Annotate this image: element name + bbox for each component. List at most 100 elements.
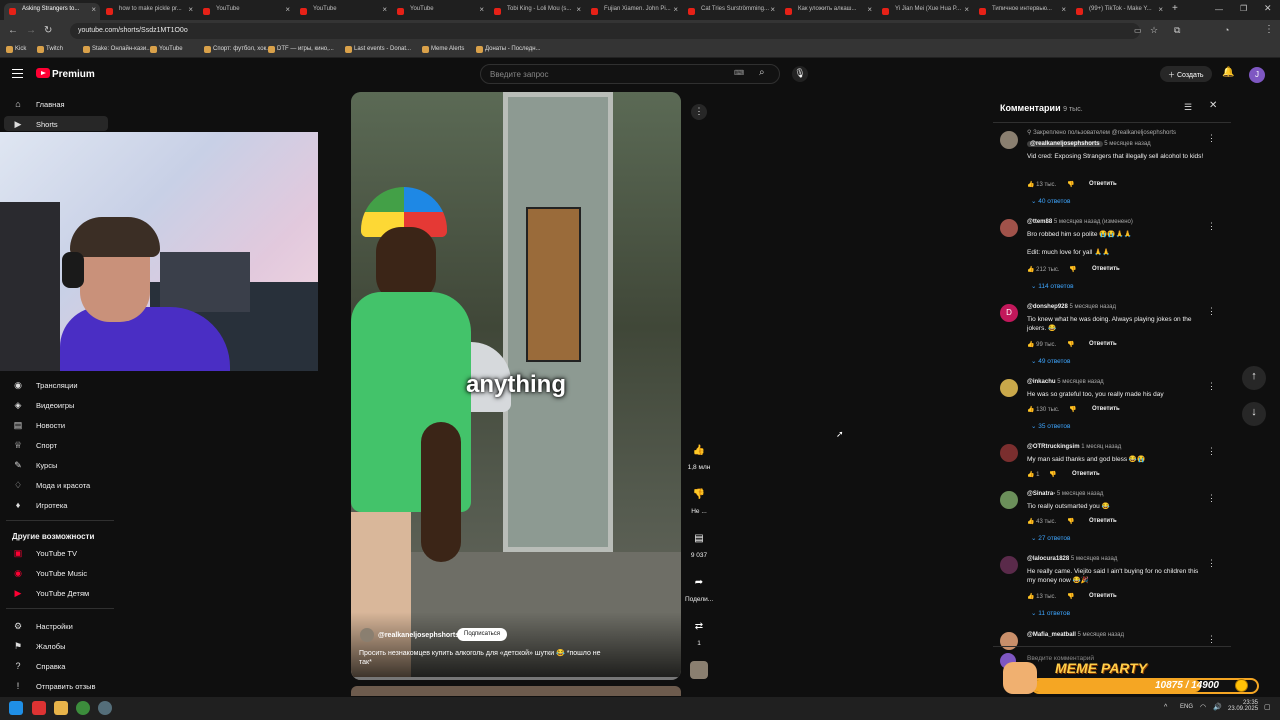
- youtube-premium-logo[interactable]: Premium: [52, 69, 95, 80]
- forward-icon[interactable]: →: [26, 25, 36, 36]
- address-bar[interactable]: youtube.com/shorts/Ssdz1MT1O0o: [70, 23, 1140, 39]
- extensions-icon[interactable]: ⧉: [1174, 25, 1180, 36]
- reply-button[interactable]: Ответить: [1092, 266, 1120, 272]
- reply-button[interactable]: Ответить: [1092, 406, 1120, 412]
- browser-tab[interactable]: Типичное интервью... ×: [974, 3, 1070, 20]
- replies-toggle[interactable]: ⌄ 27 ответов: [1031, 534, 1071, 542]
- sidebar-item-live[interactable]: ◉ Трансляции: [12, 380, 77, 390]
- comment-avatar[interactable]: [1000, 131, 1018, 149]
- tab-close-icon[interactable]: ×: [673, 5, 678, 14]
- browser-tab[interactable]: Yi Jian Mei (Xue Hua P... ×: [877, 3, 973, 20]
- comments-action[interactable]: ▤ 9 037: [685, 528, 713, 559]
- shorts-video-player[interactable]: anything @realkaneljosephshorts Подписат…: [351, 92, 681, 680]
- sidebar-item-courses[interactable]: ✎ Курсы: [12, 460, 57, 470]
- new-tab-button[interactable]: +: [1172, 3, 1178, 14]
- keyboard-icon[interactable]: ⌨: [734, 69, 744, 77]
- bookmark-item[interactable]: DTF — игры, кино,...: [268, 46, 334, 53]
- sidebar-item-news[interactable]: ▤ Новости: [12, 420, 65, 430]
- share-action[interactable]: ➦ Подели...: [685, 572, 713, 603]
- thumbs-up-icon[interactable]: 👍: [1027, 342, 1034, 348]
- reply-button[interactable]: Ответить: [1089, 518, 1117, 524]
- tab-close-icon[interactable]: ×: [964, 5, 969, 14]
- sidebar-item-sports[interactable]: ♕ Спорт: [12, 440, 57, 450]
- obs-icon[interactable]: [98, 701, 112, 715]
- notification-center-icon[interactable]: ▢: [1264, 703, 1271, 711]
- thumbs-down-icon[interactable]: 👎: [1067, 181, 1074, 188]
- browser-menu-icon[interactable]: ⋮: [1264, 24, 1274, 35]
- like-action[interactable]: 👍 1,8 млн: [685, 440, 713, 471]
- comment-more-icon[interactable]: ⋮: [1207, 558, 1216, 569]
- language-indicator[interactable]: ENG: [1180, 704, 1193, 710]
- thumbs-up-icon[interactable]: 👍: [1027, 519, 1034, 525]
- thumbs-down-icon[interactable]: 👎: [1067, 518, 1074, 525]
- comment-more-icon[interactable]: ⋮: [1207, 221, 1216, 232]
- bookmark-item[interactable]: Stake: Онлайн-кази...: [83, 46, 151, 53]
- more-options-icon[interactable]: ⋮: [691, 104, 707, 120]
- bookmark-item[interactable]: Донаты - Последн...: [476, 46, 541, 53]
- windows-start-icon[interactable]: [9, 701, 23, 715]
- browser-tab[interactable]: Asking Strangers to... ×: [4, 3, 100, 20]
- sidebar-item-youtube-music[interactable]: ◉ YouTube Music: [12, 568, 87, 578]
- comment-author[interactable]: @realkaneljosephshorts: [1027, 141, 1103, 147]
- tab-close-icon[interactable]: ×: [285, 5, 290, 14]
- reply-button[interactable]: Ответить: [1089, 593, 1117, 599]
- tab-close-icon[interactable]: ×: [867, 5, 872, 14]
- thumbs-up-icon[interactable]: 👍: [687, 440, 711, 464]
- bookmark-item[interactable]: Last events - Donat...: [345, 46, 411, 53]
- sidebar-item-gaming[interactable]: ◈ Видеоигры: [12, 400, 75, 410]
- volume-icon[interactable]: 🔊: [1213, 703, 1222, 711]
- bookmark-star-icon[interactable]: ☆: [1150, 25, 1158, 36]
- sidebar-item-home[interactable]: ⌂ Главная: [12, 99, 64, 109]
- wifi-icon[interactable]: ◠: [1200, 703, 1206, 711]
- channel-name-link[interactable]: @realkaneljosephshorts: [378, 632, 459, 639]
- comment-more-icon[interactable]: ⋮: [1207, 634, 1216, 645]
- sidebar-item-settings[interactable]: ⚙ Настройки: [12, 621, 73, 631]
- comment-avatar[interactable]: D: [1000, 304, 1018, 322]
- minimize-icon[interactable]: —: [1215, 5, 1223, 14]
- browser-tab[interactable]: Cat Tries Surströmming... ×: [683, 3, 779, 20]
- sidebar-item-shorts[interactable]: ▶ Shorts: [12, 119, 58, 129]
- next-short-arrow-icon[interactable]: ↓: [1242, 402, 1266, 426]
- comment-more-icon[interactable]: ⋮: [1207, 381, 1216, 392]
- sidebar-item-youtube-kids[interactable]: ▶ YouTube Детям: [12, 588, 90, 598]
- thumbs-down-icon[interactable]: 👎: [1069, 266, 1076, 273]
- tray-chevron-icon[interactable]: ^: [1164, 704, 1167, 711]
- comment-author[interactable]: @Sinatra-: [1027, 491, 1055, 497]
- sidebar-item-fashion[interactable]: ♢ Мода и красота: [12, 480, 90, 490]
- comment-avatar[interactable]: [1000, 556, 1018, 574]
- browser-tab[interactable]: how to make pickle pr... ×: [101, 3, 197, 20]
- profile-icon[interactable]: ◔: [1224, 25, 1229, 35]
- replies-toggle[interactable]: ⌄ 11 ответов: [1031, 609, 1070, 617]
- comment-avatar[interactable]: [1000, 491, 1018, 509]
- browser-tab[interactable]: Как уложить алкаш... ×: [780, 3, 876, 20]
- video-progress-track[interactable]: [351, 677, 681, 680]
- comment-author[interactable]: @OTRtruckingsim: [1027, 444, 1080, 450]
- browser-tab[interactable]: YouTube ×: [198, 3, 294, 20]
- tab-close-icon[interactable]: ×: [1061, 5, 1066, 14]
- channel-avatar[interactable]: [360, 628, 374, 642]
- tab-close-icon[interactable]: ×: [1158, 5, 1163, 14]
- tab-close-icon[interactable]: ×: [382, 5, 387, 14]
- thumbs-down-icon[interactable]: 👎: [1067, 341, 1074, 348]
- reply-button[interactable]: Ответить: [1089, 341, 1117, 347]
- replies-toggle[interactable]: ⌄ 49 ответов: [1031, 357, 1071, 365]
- thumbs-down-icon[interactable]: 👎: [687, 484, 711, 508]
- maximize-icon[interactable]: ❐: [1240, 4, 1247, 13]
- account-avatar[interactable]: J: [1249, 67, 1265, 83]
- tab-close-icon[interactable]: ×: [188, 5, 193, 14]
- sidebar-item-playables[interactable]: ♦ Игротека: [12, 500, 68, 510]
- thumbs-up-icon[interactable]: 👍: [1027, 267, 1034, 273]
- clock[interactable]: 23:35 23.09.2025: [1228, 700, 1258, 712]
- thumbs-up-icon[interactable]: 👍: [1027, 407, 1034, 413]
- close-comments-icon[interactable]: ✕: [1209, 100, 1217, 111]
- cast-icon[interactable]: ▭: [1134, 26, 1142, 35]
- bookmark-item[interactable]: Twitch: [37, 46, 63, 53]
- comment-more-icon[interactable]: ⋮: [1207, 446, 1216, 457]
- browser-tab[interactable]: YouTube ×: [392, 3, 488, 20]
- reply-button[interactable]: Ответить: [1089, 181, 1117, 187]
- tab-close-icon[interactable]: ×: [479, 5, 484, 14]
- bookmark-item[interactable]: Kick: [6, 46, 26, 53]
- file-explorer-icon[interactable]: [54, 701, 68, 715]
- comment-avatar[interactable]: [1000, 379, 1018, 397]
- replies-toggle[interactable]: ⌄ 35 ответов: [1031, 422, 1071, 430]
